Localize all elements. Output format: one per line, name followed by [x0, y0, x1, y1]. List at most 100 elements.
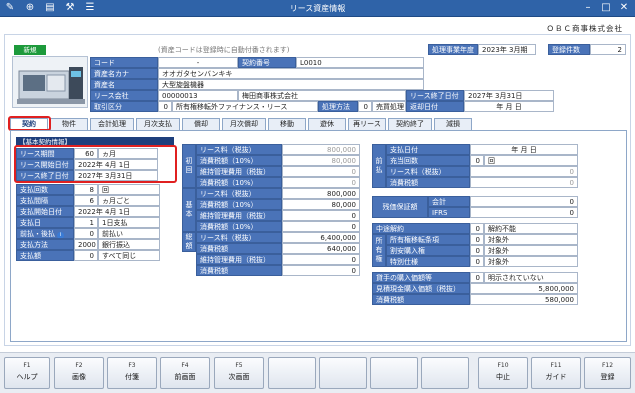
purchase-code[interactable]: 0 [470, 272, 484, 283]
initial-row-label: リース料（税抜） [196, 144, 282, 155]
tab-accounting[interactable]: 会計処理 [90, 118, 134, 130]
pay-day-value[interactable]: 1 [74, 217, 98, 228]
pay-count-value[interactable]: 8 [74, 184, 98, 195]
estimate-tax-value[interactable]: 580,000 [470, 294, 578, 305]
base-row-label: 消費税額（10%） [196, 199, 282, 210]
function-key-bar: F1 ヘルプ F2 画像 F3 付箋 F4 前画面 F5 次画面 F10 中止 F11 ガイド… [0, 352, 635, 393]
maximize-icon[interactable]: □ [598, 1, 614, 15]
code-value[interactable]: - [158, 57, 238, 68]
f9-empty-key [421, 357, 469, 389]
estimate-tax-label: 消費税額 [372, 294, 470, 305]
return-date-value[interactable]: 年 月 日 [464, 101, 554, 112]
trade-type-label: 取引区分 [90, 101, 158, 112]
initial-side-label: 初回 [182, 144, 196, 188]
total-side-label: 総額 [182, 232, 196, 252]
f8-empty-key [370, 357, 418, 389]
prepaid-row-label: 充当回数 [386, 155, 470, 166]
fiscal-year-value: 2023年 3月期 [478, 44, 536, 55]
f4-prev-screen-button[interactable]: F4 前画面 [160, 357, 210, 389]
estimate-value[interactable]: 5,800,000 [470, 283, 578, 294]
ownership-row-code[interactable]: 0 [470, 245, 484, 256]
prepaid-count-value[interactable]: 0 [470, 155, 484, 166]
cancel-code[interactable]: 0 [470, 223, 484, 234]
tab-contract-end[interactable]: 契約終了 [388, 118, 432, 130]
tab-depreciation[interactable]: 償却 [182, 118, 220, 130]
fkey-code: F4 [181, 362, 189, 369]
kana-value[interactable]: オオガタセンバンキキ [158, 68, 424, 79]
total-row-label: リース料（税抜） [196, 232, 282, 243]
pay-amount-value[interactable]: 0 [74, 250, 98, 261]
f12-register-button[interactable]: F12 登録 [584, 357, 631, 389]
base-row-label: 消費税額（10%） [196, 221, 282, 232]
f10-cancel-button[interactable]: F10 中止 [478, 357, 528, 389]
prepaid-date-value[interactable]: 年 月 日 [470, 144, 578, 155]
f1-help-button[interactable]: F1 ヘルプ [4, 357, 50, 389]
tab-monthly-payment[interactable]: 月次支払 [136, 118, 180, 130]
pay-interval-value[interactable]: 6 [74, 195, 98, 206]
tab-re-lease[interactable]: 再リース [348, 118, 386, 130]
total-row-value[interactable]: 6,400,000 [282, 232, 360, 243]
method-label: 処理方法 [318, 101, 358, 112]
residual-row-value[interactable]: 0 [470, 196, 578, 207]
total-row-value[interactable]: 640,000 [282, 243, 360, 254]
lease-company-label: リース会社 [90, 90, 158, 101]
total-row-value[interactable]: 0 [282, 254, 360, 265]
base-row-value[interactable]: 800,000 [282, 188, 360, 199]
tab-transfer[interactable]: 移動 [268, 118, 306, 130]
base-row-value[interactable]: 80,000 [282, 199, 360, 210]
name-value[interactable]: 大型旋盤機器 [158, 79, 424, 90]
prepaid-row-label: 消費税額 [386, 177, 470, 188]
prepost-value[interactable]: 0 [74, 228, 98, 239]
f6-empty-key [268, 357, 316, 389]
prepost-label-text: 前払・後払 [20, 230, 55, 238]
new-badge: 新規 [14, 45, 46, 55]
fkey-label: ヘルプ [16, 373, 38, 381]
pay-method-name: 銀行振込 [98, 239, 160, 250]
ownership-row-label: 特別仕様 [386, 256, 470, 267]
residual-row-value[interactable]: 0 [470, 207, 578, 218]
kana-label: 資産名カナ [90, 68, 158, 79]
f2-image-button[interactable]: F2 画像 [54, 357, 104, 389]
pay-method-value[interactable]: 2000 [74, 239, 98, 250]
tab-idle[interactable]: 遊休 [308, 118, 346, 130]
pay-amount-label: 支払額 [16, 250, 74, 261]
cancel-label: 中途解約 [372, 223, 470, 234]
company-name: ＯＢＣ商事株式会社 [546, 24, 623, 33]
lease-company-code[interactable]: 00000013 [158, 90, 238, 101]
base-side-label: 基本 [182, 188, 196, 232]
close-icon[interactable]: ✕ [616, 1, 632, 15]
f11-guide-button[interactable]: F11 ガイド [531, 357, 581, 389]
prepaid-row-value: 0 [470, 177, 578, 188]
minimize-icon[interactable]: – [580, 1, 596, 15]
tab-impairment[interactable]: 減損 [434, 118, 472, 130]
info-icon[interactable]: i [57, 232, 64, 238]
name-label: 資産名 [90, 79, 158, 90]
tab-monthly-depreciation[interactable]: 月次償却 [222, 118, 266, 130]
f3-sticky-button[interactable]: F3 付箋 [107, 357, 157, 389]
fkey-label: 登録 [600, 373, 615, 381]
fkey-label: 画像 [72, 373, 86, 381]
pay-start-value[interactable]: 2022年 4月 1日 [74, 206, 160, 217]
asset-image[interactable] [12, 56, 88, 108]
method-code[interactable]: 0 [358, 101, 372, 112]
ownership-row-code[interactable]: 0 [470, 234, 484, 245]
pay-count-label: 支払回数 [16, 184, 74, 195]
total-row-value[interactable]: 0 [282, 265, 360, 276]
contract-no-value[interactable]: L0010 [296, 57, 424, 68]
code-hint: (資産コードは登録時に自動付番されます) [158, 46, 290, 54]
residual-row-label: IFRS [428, 207, 470, 218]
initial-row-value: 800,000 [282, 144, 360, 155]
tab-property[interactable]: 物件 [50, 118, 88, 130]
fkey-code: F12 [601, 362, 614, 369]
base-row-value[interactable]: 0 [282, 210, 360, 221]
base-row-value[interactable]: 0 [282, 221, 360, 232]
pay-amount-name: すべて同じ [98, 250, 160, 261]
fkey-code: F3 [128, 362, 136, 369]
initial-row-value: 0 [282, 177, 360, 188]
f5-next-screen-button[interactable]: F5 次画面 [214, 357, 264, 389]
cancel-name: 解約不能 [484, 223, 578, 234]
trade-type-code[interactable]: 0 [158, 101, 172, 112]
ownership-row-name: 対象外 [484, 234, 578, 245]
f7-empty-key [319, 357, 367, 389]
ownership-row-code[interactable]: 0 [470, 256, 484, 267]
